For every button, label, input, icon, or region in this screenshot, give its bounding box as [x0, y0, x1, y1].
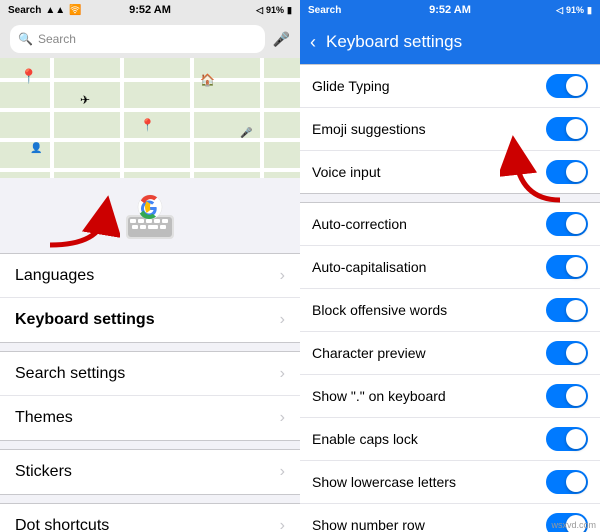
watermark: wsxvd.com — [551, 520, 596, 530]
menu-item-languages[interactable]: Languages › — [0, 254, 300, 298]
settings-row-show-on-keyboard: Show "." on keyboard — [300, 375, 600, 418]
settings-row-glide-typing: Glide Typing — [300, 65, 600, 108]
menu-section-2: Search settings › Themes › — [0, 351, 300, 441]
themes-label: Themes — [15, 409, 73, 427]
show-number-row-label: Show number row — [312, 517, 425, 532]
show-lowercase-letters-label: Show lowercase letters — [312, 474, 456, 490]
map-icon-6: 👤 — [30, 143, 42, 154]
settings-row-character-preview: Character preview — [300, 332, 600, 375]
settings-row-voice-input: Voice input — [300, 151, 600, 193]
right-status-bar: Search 9:52 AM ◁ 91% ▮ — [300, 0, 600, 20]
voice-input-toggle[interactable] — [546, 160, 588, 184]
dot-shortcuts-label: Dot shortcuts — [15, 517, 109, 532]
settings-section-2: Auto-correction Auto-capitalisation Bloc… — [300, 202, 600, 532]
map-icon-4: 🏠 — [200, 73, 215, 87]
right-status-left: Search — [308, 5, 341, 16]
settings-row-auto-correction: Auto-correction — [300, 203, 600, 246]
menu-item-search-settings[interactable]: Search settings › — [0, 352, 300, 396]
right-search-text: Search — [308, 5, 341, 16]
maps-background: 📍 ✈ 📍 🏠 🎤 👤 — [0, 58, 300, 178]
menu-item-dot-shortcuts[interactable]: Dot shortcuts › — [0, 504, 300, 532]
emoji-suggestions-label: Emoji suggestions — [312, 121, 426, 137]
left-menu: Languages › Keyboard settings › Search s… — [0, 253, 300, 532]
google-logo-container — [0, 178, 300, 253]
map-icon-5: 🎤 — [240, 128, 252, 139]
voice-input-label: Voice input — [312, 164, 381, 180]
battery-icon: ▮ — [287, 5, 292, 16]
location-icon: ◁ — [256, 5, 263, 16]
stickers-chevron: › — [280, 463, 285, 481]
back-button[interactable]: ‹ — [310, 32, 316, 53]
glide-typing-toggle[interactable] — [546, 74, 588, 98]
map-icon-1: 📍 — [20, 68, 37, 85]
menu-item-keyboard-settings[interactable]: Keyboard settings › — [0, 298, 300, 342]
left-status-bar: Search ▲▲ 🛜 9:52 AM ◁ 91% ▮ — [0, 0, 300, 20]
map-icon-2: ✈ — [80, 93, 90, 107]
right-status-right: ◁ 91% ▮ — [556, 5, 592, 16]
keyboard-settings-chevron: › — [280, 311, 285, 329]
emoji-suggestions-toggle[interactable] — [546, 117, 588, 141]
menu-section-1: Languages › Keyboard settings › — [0, 253, 300, 343]
google-logo — [118, 193, 182, 243]
glide-typing-label: Glide Typing — [312, 78, 390, 94]
settings-section-1: Glide Typing Emoji suggestions Voice inp… — [300, 64, 600, 194]
search-settings-label: Search settings — [15, 365, 125, 383]
search-status-text: Search — [8, 5, 41, 16]
settings-row-emoji-suggestions: Emoji suggestions — [300, 108, 600, 151]
character-preview-toggle[interactable] — [546, 341, 588, 365]
auto-capitalisation-label: Auto-capitalisation — [312, 259, 426, 275]
settings-row-show-lowercase-letters: Show lowercase letters — [300, 461, 600, 504]
dot-shortcuts-chevron: › — [280, 517, 285, 532]
maps-search-placeholder: Search — [38, 32, 76, 46]
signal-icon: ▲▲ — [45, 5, 65, 16]
show-lowercase-letters-toggle[interactable] — [546, 470, 588, 494]
keyboard-settings-title: Keyboard settings — [326, 32, 462, 52]
wifi-icon: 🛜 — [69, 5, 81, 16]
languages-chevron: › — [280, 267, 285, 285]
enable-caps-lock-toggle[interactable] — [546, 427, 588, 451]
settings-row-block-offensive-words: Block offensive words — [300, 289, 600, 332]
menu-item-themes[interactable]: Themes › — [0, 396, 300, 440]
search-icon: 🔍 — [18, 32, 33, 46]
auto-capitalisation-toggle[interactable] — [546, 255, 588, 279]
maps-header: 🔍 Search 🎤 — [0, 20, 300, 58]
languages-label: Languages — [15, 267, 94, 285]
enable-caps-lock-label: Enable caps lock — [312, 431, 418, 447]
block-offensive-words-toggle[interactable] — [546, 298, 588, 322]
settings-row-enable-caps-lock: Enable caps lock — [300, 418, 600, 461]
settings-scroll[interactable]: Glide Typing Emoji suggestions Voice inp… — [300, 64, 600, 532]
right-time: 9:52 AM — [429, 4, 471, 16]
left-panel: Search ▲▲ 🛜 9:52 AM ◁ 91% ▮ 🔍 Search 🎤 📍… — [0, 0, 300, 532]
settings-row-auto-capitalisation: Auto-capitalisation — [300, 246, 600, 289]
map-icon-3: 📍 — [140, 118, 155, 132]
maps-search-bar[interactable]: 🔍 Search — [10, 25, 265, 53]
show-on-keyboard-toggle[interactable] — [546, 384, 588, 408]
maps-mic-icon: 🎤 — [273, 31, 290, 48]
menu-item-stickers[interactable]: Stickers › — [0, 450, 300, 494]
menu-section-3: Stickers › — [0, 449, 300, 495]
right-battery-icon: ▮ — [587, 5, 592, 16]
left-status-right: ◁ 91% ▮ — [256, 5, 292, 16]
right-battery-text: 91% — [566, 5, 584, 15]
block-offensive-words-label: Block offensive words — [312, 302, 447, 318]
themes-chevron: › — [280, 409, 285, 427]
auto-correction-toggle[interactable] — [546, 212, 588, 236]
show-on-keyboard-label: Show "." on keyboard — [312, 388, 446, 404]
character-preview-label: Character preview — [312, 345, 426, 361]
battery-text: 91% — [266, 5, 284, 15]
left-time: 9:52 AM — [129, 4, 171, 16]
search-settings-chevron: › — [280, 365, 285, 383]
left-status-left: Search ▲▲ 🛜 — [8, 5, 82, 16]
right-location-icon: ◁ — [556, 5, 563, 16]
keyboard-header: ‹ Keyboard settings — [300, 20, 600, 64]
right-panel: Search 9:52 AM ◁ 91% ▮ ‹ Keyboard settin… — [300, 0, 600, 532]
menu-section-4: Dot shortcuts › — [0, 503, 300, 532]
stickers-label: Stickers — [15, 463, 72, 481]
keyboard-settings-label: Keyboard settings — [15, 311, 155, 329]
auto-correction-label: Auto-correction — [312, 216, 407, 232]
